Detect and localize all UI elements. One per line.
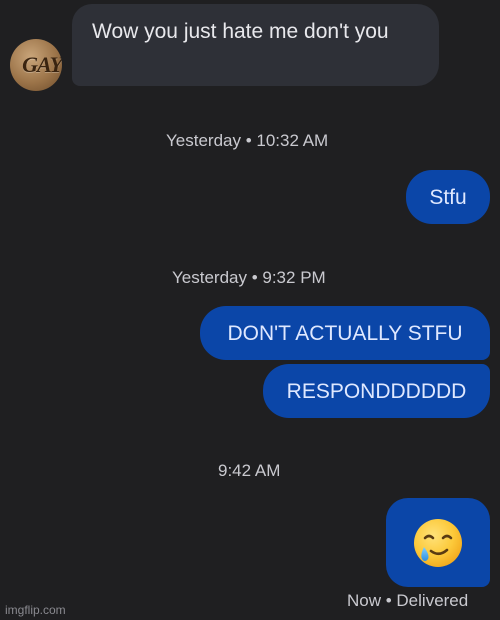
incoming-message-bubble[interactable]: Wow you just hate me don't you: [72, 4, 439, 86]
avatar-text: GAY: [22, 52, 62, 77]
outgoing-emoji-bubble[interactable]: [386, 498, 490, 587]
incoming-message-text: Wow you just hate me don't you: [92, 20, 389, 43]
timestamp-yesterday-932: Yesterday • 9:32 PM: [172, 268, 326, 287]
contact-avatar[interactable]: GAY: [10, 39, 62, 91]
outgoing-message-bubble[interactable]: RESPONDDDDDD: [263, 364, 490, 418]
outgoing-message-text: Stfu: [429, 185, 467, 209]
outgoing-message-text: DON'T ACTUALLY STFU: [227, 321, 463, 345]
outgoing-message-bubble[interactable]: DON'T ACTUALLY STFU: [200, 306, 490, 360]
outgoing-message-bubble[interactable]: Stfu: [406, 170, 490, 224]
smiling-face-with-tear-icon: [414, 518, 462, 567]
timestamp-yesterday-1032: Yesterday • 10:32 AM: [166, 131, 329, 150]
outgoing-message-text: RESPONDDDDDD: [286, 379, 467, 403]
watermark: imgflip.com: [5, 603, 66, 617]
delivered-status: Now • Delivered: [347, 591, 469, 610]
timestamp-942: 9:42 AM: [218, 461, 281, 480]
